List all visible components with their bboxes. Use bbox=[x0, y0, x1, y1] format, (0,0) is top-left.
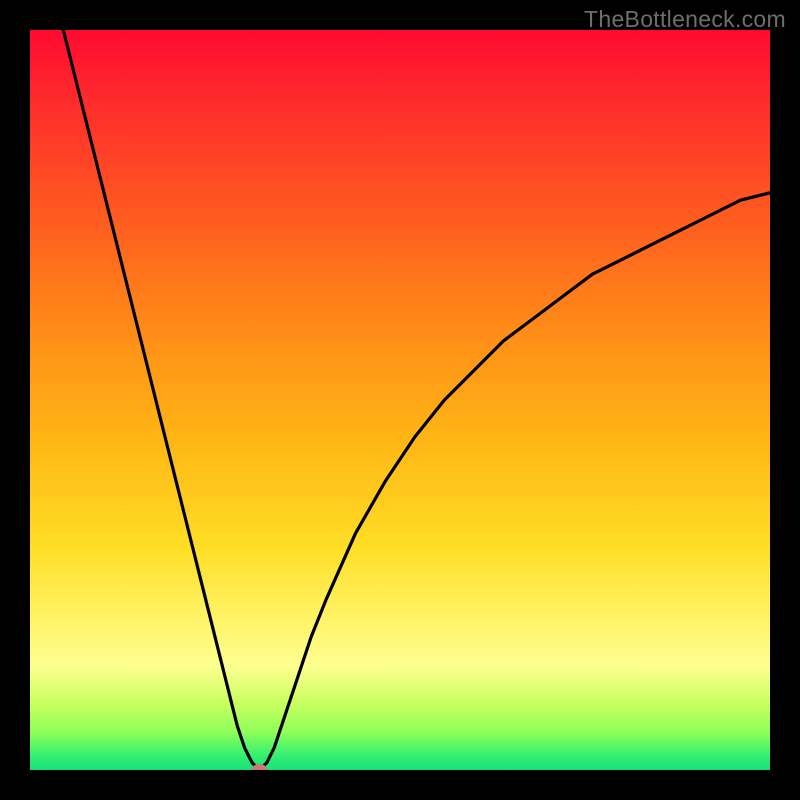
curve-svg bbox=[30, 30, 770, 770]
chart-frame: TheBottleneck.com bbox=[0, 0, 800, 800]
watermark-text: TheBottleneck.com bbox=[584, 6, 786, 33]
bottleneck-curve bbox=[30, 30, 770, 770]
plot-area bbox=[30, 30, 770, 770]
